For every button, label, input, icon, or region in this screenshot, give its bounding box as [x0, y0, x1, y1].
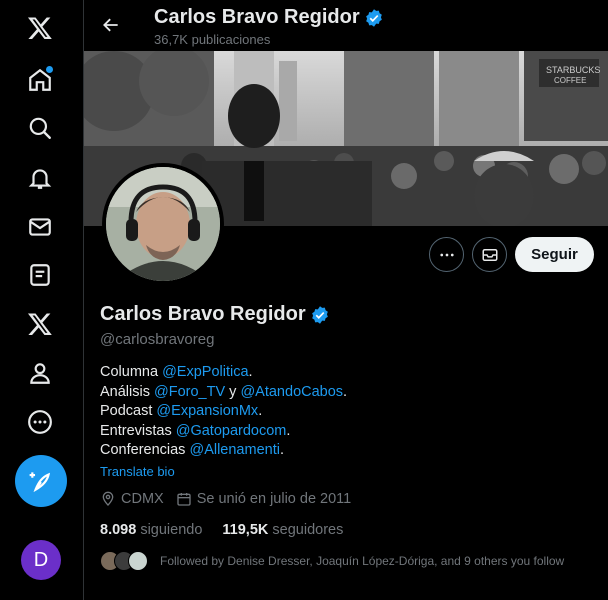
nav-messages[interactable]	[16, 203, 64, 251]
nav-lists[interactable]	[16, 251, 64, 299]
followers-label: seguidores	[272, 522, 344, 538]
followers-link[interactable]: 119,5K seguidores	[222, 522, 343, 538]
display-name-row: Carlos Bravo Regidor	[100, 303, 330, 326]
profile-meta: CDMX Se unió en julio de 2011	[100, 491, 363, 507]
following-label: siguiendo	[140, 522, 203, 538]
back-arrow-icon	[103, 18, 118, 32]
bio-text: .	[258, 403, 263, 419]
avatar-photo	[106, 167, 220, 281]
bio-line: Entrevistas @Gatopardocom.	[100, 422, 347, 442]
bio-text: .	[286, 422, 291, 439]
account-avatar[interactable]: D	[21, 540, 61, 580]
svg-text:STARBUCKS: STARBUCKS	[546, 65, 600, 75]
bio-text: Entrevistas	[100, 422, 176, 439]
nav-home[interactable]	[16, 56, 64, 104]
left-nav-rail: D	[0, 0, 84, 600]
bio-text: Podcast	[100, 403, 157, 419]
bio-mention-link[interactable]: @Gatopardocom	[176, 423, 287, 439]
lists-icon	[30, 264, 50, 286]
message-button[interactable]	[472, 237, 507, 272]
more-options-button[interactable]	[429, 237, 464, 272]
user-handle: @carlosbravoreg	[100, 331, 215, 348]
follow-stats: 8.098 siguiendo 119,5K seguidores	[100, 522, 363, 538]
following-link[interactable]: 8.098 siguiendo	[100, 522, 202, 538]
profile-main: Carlos Bravo Regidor 36,7K publicaciones	[84, 0, 608, 600]
profile-avatar[interactable]	[102, 163, 224, 285]
nav-profile[interactable]	[16, 349, 64, 397]
more-horizontal-icon	[439, 253, 454, 256]
bio-line: Columna @ExpPolitica.	[100, 363, 347, 383]
display-name: Carlos Bravo Regidor	[100, 303, 306, 325]
bio-mention-link[interactable]: @Allenamenti	[189, 442, 279, 458]
location-text: CDMX	[121, 491, 164, 507]
bio-mention-link[interactable]: @Foro_TV	[154, 384, 225, 400]
nav-more[interactable]	[16, 398, 64, 446]
verified-badge-icon	[365, 8, 382, 27]
notifications-bell-icon	[28, 169, 52, 189]
profile-bio: Columna @ExpPolitica. Análisis @Foro_TV …	[100, 363, 347, 461]
profile-person-icon	[30, 363, 50, 384]
followed-by-text: Followed by Denise Dresser, Joaquín Lópe…	[160, 554, 565, 568]
joined-item: Se unió en julio de 2011	[176, 491, 352, 507]
followed-by-row[interactable]: Followed by Denise Dresser, Joaquín Lópe…	[100, 551, 564, 571]
calendar-icon	[177, 493, 191, 506]
bio-text: .	[279, 442, 284, 458]
envelope-icon	[482, 248, 497, 261]
bio-line: Conferencias @Allenamenti.	[100, 441, 347, 461]
follower-avatar	[128, 551, 148, 571]
search-icon	[29, 117, 51, 139]
location-item: CDMX	[100, 491, 164, 507]
back-button[interactable]	[96, 10, 126, 40]
bio-text: Análisis	[100, 383, 154, 400]
header-display-name-row: Carlos Bravo Regidor	[154, 6, 384, 29]
compose-feather-icon	[29, 472, 51, 493]
nav-explore[interactable]	[16, 104, 64, 152]
nav-notifications[interactable]	[16, 154, 64, 202]
bio-line: Podcast @ExpansionMx.	[100, 402, 347, 422]
messages-envelope-icon	[29, 218, 51, 236]
bio-text: .	[248, 364, 253, 380]
nav-premium[interactable]	[16, 300, 64, 348]
svg-text:COFFEE: COFFEE	[554, 76, 586, 85]
bio-text: Columna	[100, 364, 163, 380]
joined-text: Se unió en julio de 2011	[196, 491, 352, 507]
bio-text: .	[343, 383, 348, 400]
bio-line: Análisis @Foro_TV y @AtandoCabos.	[100, 383, 347, 403]
bio-mention-link[interactable]: @ExpPolitica	[162, 364, 248, 380]
bio-text: Conferencias	[100, 442, 190, 458]
verified-badge-icon[interactable]	[310, 305, 330, 325]
translate-bio-link[interactable]: Translate bio	[100, 464, 175, 479]
post-count: 36,7K publicaciones	[154, 32, 271, 47]
compose-post-button[interactable]	[15, 455, 67, 507]
bio-text: y	[225, 383, 241, 400]
follow-button[interactable]: Seguir	[515, 237, 594, 272]
bio-mention-link[interactable]: @ExpansionMx	[156, 403, 258, 419]
header-display-name: Carlos Bravo Regidor	[154, 6, 360, 28]
following-count: 8.098	[100, 522, 137, 538]
unread-dot	[46, 66, 53, 73]
followers-count: 119,5K	[222, 522, 269, 538]
profile-header-bar: Carlos Bravo Regidor 36,7K publicaciones	[84, 0, 608, 51]
location-pin-icon	[102, 491, 114, 506]
premium-x-icon	[27, 313, 52, 336]
more-circle-icon	[28, 410, 52, 434]
bio-mention-link[interactable]: @AtandoCabos	[240, 384, 343, 400]
x-logo-icon[interactable]	[16, 4, 64, 52]
